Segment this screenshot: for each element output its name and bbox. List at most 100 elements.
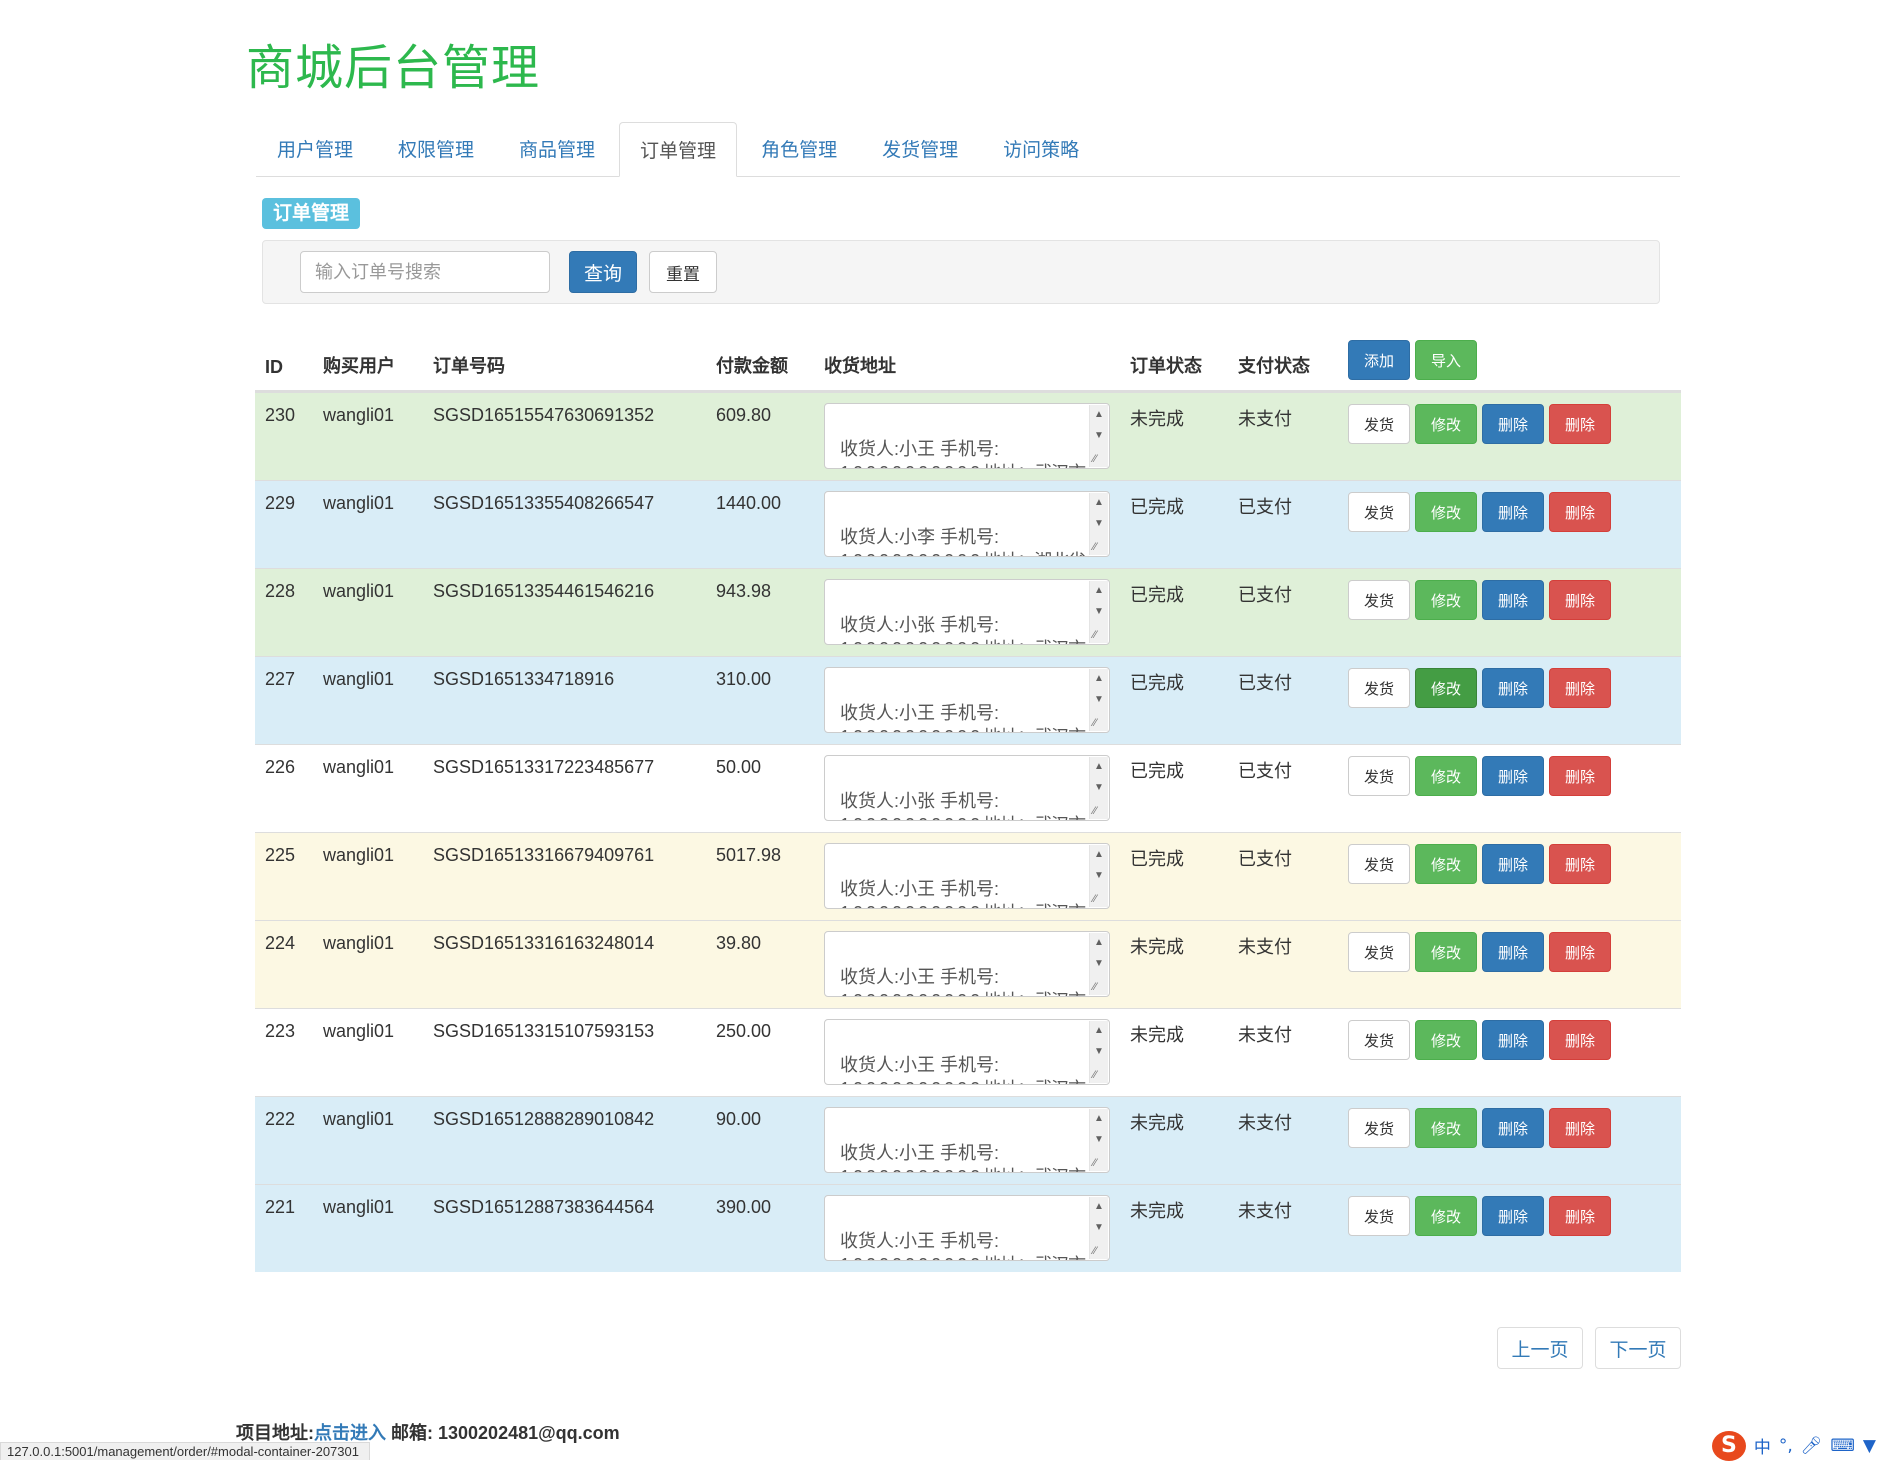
delete-button-danger[interactable]: 删除 [1549, 756, 1611, 796]
keyboard-icon[interactable]: ⌨ [1830, 1436, 1855, 1456]
address-textarea[interactable]: 收货人:小王 手机号:1 0 0 0 0 0 0 0 0 0 0 地址：武汉市▲… [824, 403, 1110, 469]
ship-button[interactable]: 发货 [1348, 580, 1410, 620]
scroll-up-icon[interactable]: ▲ [1094, 586, 1104, 596]
textarea-scrollbar[interactable]: ▲ ▼ ⁄⁄ [1089, 405, 1108, 467]
scroll-down-icon[interactable]: ▼ [1094, 607, 1104, 617]
edit-button[interactable]: 修改 [1415, 1020, 1477, 1060]
ship-button[interactable]: 发货 [1348, 668, 1410, 708]
textarea-scrollbar[interactable]: ▲ ▼ ⁄⁄ [1089, 493, 1108, 555]
delete-button-danger[interactable]: 删除 [1549, 492, 1611, 532]
delete-button-primary[interactable]: 删除 [1482, 844, 1544, 884]
scroll-down-icon[interactable]: ▼ [1094, 519, 1104, 529]
ship-button[interactable]: 发货 [1348, 756, 1410, 796]
textarea-scrollbar[interactable]: ▲ ▼ ⁄⁄ [1089, 1197, 1108, 1259]
scroll-down-icon[interactable]: ▼ [1094, 1135, 1104, 1145]
reset-button[interactable]: 重置 [649, 251, 717, 293]
ship-button[interactable]: 发货 [1348, 404, 1410, 444]
ship-button[interactable]: 发货 [1348, 932, 1410, 972]
scroll-up-icon[interactable]: ▲ [1094, 674, 1104, 684]
punctuation-icon[interactable]: °, [1779, 1436, 1793, 1456]
address-textarea[interactable]: 收货人:小王 手机号:1 0 0 0 0 0 0 0 0 0 0 地址：武汉市▲… [824, 931, 1110, 997]
address-textarea[interactable]: 收货人:小王 手机号:1 0 0 0 0 0 0 0 0 0 0 地址：武汉市▲… [824, 843, 1110, 909]
ime-language-toggle[interactable]: 中 [1754, 1433, 1771, 1458]
textarea-scrollbar[interactable]: ▲ ▼ ⁄⁄ [1089, 1109, 1108, 1171]
textarea-scrollbar[interactable]: ▲ ▼ ⁄⁄ [1089, 669, 1108, 731]
textarea-scrollbar[interactable]: ▲ ▼ ⁄⁄ [1089, 581, 1108, 643]
scroll-up-icon[interactable]: ▲ [1094, 498, 1104, 508]
order-search-input[interactable] [300, 251, 550, 293]
address-textarea[interactable]: 收货人:小王 手机号:1 0 0 0 0 0 0 0 0 0 0 地址：武汉市▲… [824, 1019, 1110, 1085]
tab-6[interactable]: 访问策略 [982, 122, 1100, 175]
delete-button-danger[interactable]: 删除 [1549, 1108, 1611, 1148]
address-textarea[interactable]: 收货人:小王 手机号:1 0 0 0 0 0 0 0 0 0 0 地址：武汉市▲… [824, 667, 1110, 733]
textarea-scrollbar[interactable]: ▲ ▼ ⁄⁄ [1089, 1021, 1108, 1083]
resize-grip-icon[interactable]: ⁄⁄ [1093, 982, 1097, 993]
edit-button[interactable]: 修改 [1415, 1108, 1477, 1148]
scroll-down-icon[interactable]: ▼ [1094, 871, 1104, 881]
scroll-up-icon[interactable]: ▲ [1094, 938, 1104, 948]
edit-button[interactable]: 修改 [1415, 404, 1477, 444]
address-textarea[interactable]: 收货人:小张 手机号:1 0 0 0 0 0 0 0 0 0 0 地址：武汉市▲… [824, 755, 1110, 821]
footer-project-link[interactable]: 点击进入 [314, 1423, 386, 1443]
edit-button[interactable]: 修改 [1415, 844, 1477, 884]
scroll-down-icon[interactable]: ▼ [1094, 695, 1104, 705]
ship-button[interactable]: 发货 [1348, 492, 1410, 532]
delete-button-primary[interactable]: 删除 [1482, 1196, 1544, 1236]
ship-button[interactable]: 发货 [1348, 1196, 1410, 1236]
textarea-scrollbar[interactable]: ▲ ▼ ⁄⁄ [1089, 757, 1108, 819]
edit-button[interactable]: 修改 [1415, 932, 1477, 972]
scroll-up-icon[interactable]: ▲ [1094, 1114, 1104, 1124]
tab-5[interactable]: 发货管理 [861, 122, 979, 175]
tab-3[interactable]: 订单管理 [619, 122, 738, 177]
delete-button-danger[interactable]: 删除 [1549, 668, 1611, 708]
resize-grip-icon[interactable]: ⁄⁄ [1093, 1070, 1097, 1081]
textarea-scrollbar[interactable]: ▲ ▼ ⁄⁄ [1089, 845, 1108, 907]
delete-button-primary[interactable]: 删除 [1482, 580, 1544, 620]
ship-button[interactable]: 发货 [1348, 844, 1410, 884]
add-button[interactable]: 添加 [1348, 340, 1410, 380]
address-textarea[interactable]: 收货人:小王 手机号:1 0 0 0 0 0 0 0 0 0 0 地址：武汉市▲… [824, 1107, 1110, 1173]
textarea-scrollbar[interactable]: ▲ ▼ ⁄⁄ [1089, 933, 1108, 995]
delete-button-danger[interactable]: 删除 [1549, 404, 1611, 444]
sogou-logo-icon[interactable]: S [1711, 1430, 1746, 1461]
edit-button[interactable]: 修改 [1415, 492, 1477, 532]
scroll-down-icon[interactable]: ▼ [1094, 1223, 1104, 1233]
delete-button-primary[interactable]: 删除 [1482, 756, 1544, 796]
shirt-icon[interactable]: ▼ [1863, 1436, 1876, 1456]
delete-button-primary[interactable]: 删除 [1482, 668, 1544, 708]
scroll-up-icon[interactable]: ▲ [1094, 410, 1104, 420]
ship-button[interactable]: 发货 [1348, 1108, 1410, 1148]
scroll-down-icon[interactable]: ▼ [1094, 959, 1104, 969]
scroll-down-icon[interactable]: ▼ [1094, 1047, 1104, 1057]
edit-button[interactable]: 修改 [1415, 580, 1477, 620]
delete-button-primary[interactable]: 删除 [1482, 1108, 1544, 1148]
delete-button-primary[interactable]: 删除 [1482, 492, 1544, 532]
delete-button-primary[interactable]: 删除 [1482, 404, 1544, 444]
edit-button[interactable]: 修改 [1415, 1196, 1477, 1236]
tab-4[interactable]: 角色管理 [740, 122, 858, 175]
resize-grip-icon[interactable]: ⁄⁄ [1093, 894, 1097, 905]
scroll-up-icon[interactable]: ▲ [1094, 1202, 1104, 1212]
scroll-up-icon[interactable]: ▲ [1094, 1026, 1104, 1036]
scroll-up-icon[interactable]: ▲ [1094, 762, 1104, 772]
address-textarea[interactable]: 收货人:小王 手机号:1 0 0 0 0 0 0 0 0 0 0 地址：武汉市▲… [824, 1195, 1110, 1261]
delete-button-danger[interactable]: 删除 [1549, 932, 1611, 972]
address-textarea[interactable]: 收货人:小张 手机号:1 0 0 0 0 0 0 0 0 0 0 地址：武汉市▲… [824, 579, 1110, 645]
scroll-up-icon[interactable]: ▲ [1094, 850, 1104, 860]
prev-page-button[interactable]: 上一页 [1497, 1327, 1583, 1369]
delete-button-primary[interactable]: 删除 [1482, 932, 1544, 972]
edit-button[interactable]: 修改 [1415, 668, 1477, 708]
delete-button-danger[interactable]: 删除 [1549, 580, 1611, 620]
query-button[interactable]: 查询 [569, 251, 637, 293]
tab-0[interactable]: 用户管理 [256, 122, 374, 175]
resize-grip-icon[interactable]: ⁄⁄ [1093, 1246, 1097, 1257]
edit-button[interactable]: 修改 [1415, 756, 1477, 796]
import-button[interactable]: 导入 [1415, 340, 1477, 380]
delete-button-danger[interactable]: 删除 [1549, 1196, 1611, 1236]
address-textarea[interactable]: 收货人:小李 手机号:1 0 0 0 0 0 0 0 0 0 0 地址：湖北省▲… [824, 491, 1110, 557]
scroll-down-icon[interactable]: ▼ [1094, 431, 1104, 441]
tab-1[interactable]: 权限管理 [377, 122, 495, 175]
delete-button-danger[interactable]: 删除 [1549, 844, 1611, 884]
resize-grip-icon[interactable]: ⁄⁄ [1093, 542, 1097, 553]
resize-grip-icon[interactable]: ⁄⁄ [1093, 1158, 1097, 1169]
